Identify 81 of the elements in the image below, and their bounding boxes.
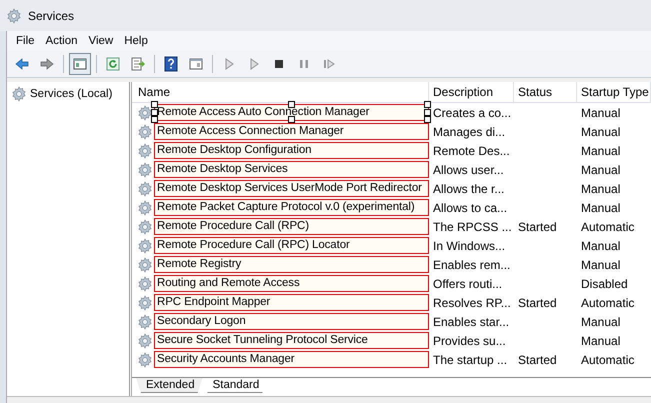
refresh-icon — [105, 56, 121, 72]
tab[interactable]: Extended — [136, 378, 203, 393]
table-cell-text: Offers routi... — [432, 276, 504, 292]
service-icon — [137, 294, 153, 310]
service-icon — [137, 218, 153, 234]
service-name[interactable]: Remote Desktop Services — [154, 161, 429, 178]
table-cell-text: Disabled — [580, 276, 629, 292]
table-cell-text: Manual — [580, 238, 622, 254]
service-icon — [137, 142, 153, 158]
menu-item[interactable]: Help — [119, 33, 154, 49]
table-cell-text: Allows to ca... — [432, 200, 508, 216]
column-header[interactable]: Description — [429, 82, 514, 103]
service-name[interactable]: Remote Procedure Call (RPC) — [154, 218, 429, 235]
table-cell-text: In Windows... — [432, 238, 506, 254]
service-icon — [137, 104, 153, 120]
service-icon — [137, 124, 153, 140]
service-name[interactable]: Remote Access Auto Connection Manager — [154, 104, 429, 121]
table-cell-text: Started — [517, 218, 558, 236]
menu-item[interactable]: View — [84, 33, 120, 49]
service-icon — [137, 180, 153, 196]
service-icon — [137, 332, 153, 348]
table-cell-text: Enables rem... — [432, 256, 512, 274]
table-cell-text: Manual — [580, 256, 622, 274]
table-cell-text: Started — [517, 352, 558, 368]
service-icon — [137, 238, 153, 254]
table-cell-text: Automatic — [580, 294, 636, 312]
table-cell-text: Manual — [580, 332, 622, 350]
table-cell-text: Manages di... — [432, 124, 506, 140]
table-cell-text: The startup ... — [432, 352, 508, 368]
service-name[interactable]: Remote Packet Capture Protocol v.0 (experimental) — [154, 199, 429, 216]
column-header[interactable]: Name — [132, 82, 429, 103]
service-name[interactable]: Remote Access Connection Manager — [154, 123, 429, 140]
help-icon — [163, 56, 179, 72]
back-icon — [14, 56, 30, 72]
menu-item[interactable]: File — [11, 33, 41, 49]
menu-item[interactable]: Action — [40, 33, 84, 49]
table-cell-text: The RPCSS ... — [432, 218, 513, 236]
service-name[interactable]: Remote Procedure Call (RPC) Locator — [154, 237, 429, 254]
restart-icon — [321, 56, 337, 72]
services-icon — [6, 8, 22, 24]
table-cell-text: Manual — [580, 180, 622, 198]
table-cell-text: Allows user... — [432, 162, 505, 178]
service-icon — [137, 256, 153, 272]
table-cell-text: Enables star... — [432, 314, 510, 330]
service-name[interactable]: RPC Endpoint Mapper — [154, 294, 429, 311]
services-icon — [11, 86, 27, 102]
window-title: Services — [28, 8, 74, 22]
service-icon — [137, 162, 153, 178]
table-cell-text: Remote Des... — [432, 142, 511, 160]
table-cell-text: Manual — [580, 104, 622, 122]
console-tree-button[interactable] — [69, 53, 91, 75]
table-cell-text: Resolves RP... — [432, 294, 512, 312]
service-name[interactable]: Security Accounts Manager — [154, 351, 429, 368]
table-cell-text: Manual — [580, 200, 622, 216]
tree-item[interactable]: Services (Local) — [9, 85, 129, 103]
table-cell-text: Manual — [580, 142, 622, 160]
table-cell-text: Manual — [580, 124, 622, 140]
table-cell-text: Automatic — [580, 352, 636, 368]
table-cell-text: Manual — [580, 162, 622, 178]
console-tree-icon — [72, 56, 88, 72]
properties-view-icon — [188, 56, 204, 72]
export-list-icon — [130, 56, 146, 72]
table-cell-text: Creates a co... — [432, 104, 512, 122]
service-name[interactable]: Routing and Remote Access — [154, 275, 429, 292]
service-name[interactable]: Secure Socket Tunneling Protocol Service — [154, 332, 429, 349]
table-cell-text: Automatic — [580, 218, 636, 236]
forward-icon — [39, 56, 55, 72]
table-cell-text: Started — [517, 294, 558, 312]
service-icon — [137, 352, 153, 368]
table-cell-text: Manual — [580, 314, 622, 330]
column-header[interactable]: Status — [514, 82, 577, 103]
column-header[interactable]: Startup Type — [577, 82, 651, 103]
service-name[interactable]: Remote Desktop Configuration — [154, 142, 429, 159]
table-cell-text: Provides su... — [432, 332, 507, 350]
service-icon — [137, 200, 153, 216]
service-name[interactable]: Remote Desktop Services UserMode Port Redirector — [154, 180, 429, 197]
service-name[interactable]: Remote Registry — [154, 256, 429, 273]
table-cell-text: Allows the r... — [432, 180, 506, 198]
service-icon — [137, 276, 153, 292]
service-icon — [137, 314, 153, 330]
service-name[interactable]: Secondary Logon — [154, 313, 429, 330]
